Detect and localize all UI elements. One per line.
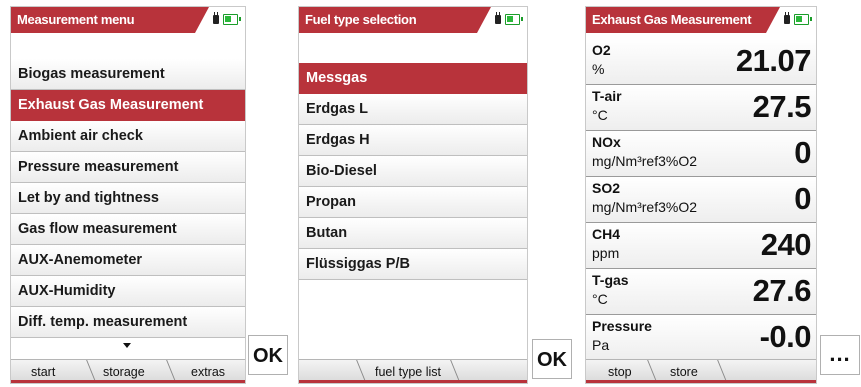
softkey-divider — [647, 360, 658, 383]
measurement-unit: % — [592, 61, 605, 77]
menu-item-gas-flow-measurement[interactable]: Gas flow measurement — [11, 214, 245, 245]
measurement-values-list: O2 % 21.07 T-air °C 27.5 NOx mg/Nm³ref3%… — [586, 39, 816, 361]
measurement-menu-screen: Measurement menu Biogas measurement Exha… — [10, 6, 246, 384]
measurement-name: T-air — [592, 88, 622, 104]
measurement-value: 27.6 — [752, 273, 812, 308]
measurement-value: -0.0 — [759, 319, 812, 354]
screen-title: Measurement menu — [17, 12, 135, 27]
measurement-unit: °C — [592, 107, 608, 123]
measurement-unit: mg/Nm³ref3%O2 — [592, 153, 698, 169]
menu-item-aux-anemometer[interactable]: AUX-Anemometer — [11, 245, 245, 276]
measurement-unit: °C — [592, 291, 608, 307]
status-indicator — [195, 7, 245, 33]
fuel-item-erdgas-l[interactable]: Erdgas L — [299, 94, 527, 125]
measurement-name: T-gas — [592, 272, 629, 288]
measurement-name: NOx — [592, 134, 621, 150]
menu-item-pressure-measurement[interactable]: Pressure measurement — [11, 152, 245, 183]
battery-icon — [223, 14, 241, 25]
measurement-menu-list: Biogas measurement Exhaust Gas Measureme… — [11, 59, 245, 338]
menu-item-biogas-measurement[interactable]: Biogas measurement — [11, 59, 245, 90]
screen-title: Fuel type selection — [305, 12, 417, 27]
fuel-item-erdgas-h[interactable]: Erdgas H — [299, 125, 527, 156]
title-bar: Exhaust Gas Measurement — [586, 7, 816, 33]
softkey-divider — [86, 360, 97, 383]
softkey-divider — [717, 360, 728, 383]
fuel-item-propan[interactable]: Propan — [299, 187, 527, 218]
status-indicator — [766, 7, 816, 33]
measurement-value: 0 — [794, 135, 811, 170]
scroll-down-arrow-icon[interactable] — [123, 343, 131, 348]
storage-softkey[interactable]: storage — [103, 365, 145, 379]
softkey-divider — [166, 360, 177, 383]
title-bar: Measurement menu — [11, 7, 245, 33]
plug-icon — [495, 12, 501, 24]
measurement-row-o2: O2 % 21.07 — [586, 39, 816, 85]
battery-icon — [505, 14, 523, 25]
measurement-row-nox: NOx mg/Nm³ref3%O2 0 — [586, 131, 816, 177]
measurement-value: 21.07 — [735, 43, 812, 78]
status-indicator — [477, 7, 527, 33]
measurement-unit: mg/Nm³ref3%O2 — [592, 199, 698, 215]
menu-item-diff-temp-measurement[interactable]: Diff. temp. measurement — [11, 307, 245, 338]
title-bar: Fuel type selection — [299, 7, 527, 33]
extras-softkey[interactable]: extras — [191, 365, 225, 379]
measurement-row-t-gas: T-gas °C 27.6 — [586, 269, 816, 315]
battery-icon — [794, 14, 812, 25]
menu-item-aux-humidity[interactable]: AUX-Humidity — [11, 276, 245, 307]
more-options-button[interactable]: ... — [820, 335, 860, 375]
measurement-row-so2: SO2 mg/Nm³ref3%O2 0 — [586, 177, 816, 223]
measurement-row-ch4: CH4 ppm 240 — [586, 223, 816, 269]
fuel-item-bio-diesel[interactable]: Bio-Diesel — [299, 156, 527, 187]
measurement-unit: Pa — [592, 337, 610, 353]
store-softkey[interactable]: store — [670, 365, 698, 379]
softkey-divider — [450, 360, 461, 383]
measurement-row-t-air: T-air °C 27.5 — [586, 85, 816, 131]
fuel-type-list: Messgas Erdgas L Erdgas H Bio-Diesel Pro… — [299, 63, 527, 280]
menu-item-ambient-air-check[interactable]: Ambient air check — [11, 121, 245, 152]
menu-item-exhaust-gas-measurement[interactable]: Exhaust Gas Measurement — [11, 90, 245, 121]
softkey-divider — [356, 360, 367, 383]
ok-button[interactable]: OK — [248, 335, 288, 375]
exhaust-gas-measurement-screen: Exhaust Gas Measurement O2 % 21.07 T-air… — [585, 6, 817, 384]
measurement-value: 27.5 — [752, 89, 812, 124]
fuel-type-list-softkey[interactable]: fuel type list — [375, 365, 441, 379]
measurement-unit: ppm — [592, 245, 620, 261]
measurement-name: CH4 — [592, 226, 621, 242]
fuel-item-butan[interactable]: Butan — [299, 218, 527, 249]
softkey-bar: start storage extras — [11, 359, 245, 383]
start-softkey[interactable]: start — [31, 365, 55, 379]
measurement-value: 240 — [760, 227, 812, 262]
softkey-bar: stop store — [586, 359, 816, 383]
measurement-row-pressure: Pressure Pa -0.0 — [586, 315, 816, 361]
screen-title: Exhaust Gas Measurement — [592, 12, 752, 27]
plug-icon — [784, 12, 790, 24]
measurement-name: O2 — [592, 42, 611, 58]
measurement-value: 0 — [794, 181, 811, 216]
plug-icon — [213, 12, 219, 24]
ok-button[interactable]: OK — [532, 339, 572, 379]
fuel-type-selection-screen: Fuel type selection Messgas Erdgas L Erd… — [298, 6, 528, 384]
stop-softkey[interactable]: stop — [608, 365, 632, 379]
menu-item-let-by-and-tightness[interactable]: Let by and tightness — [11, 183, 245, 214]
softkey-bar: fuel type list — [299, 359, 527, 383]
measurement-name: Pressure — [592, 318, 652, 334]
fuel-item-fluessiggas-pb[interactable]: Flüssiggas P/B — [299, 249, 527, 280]
measurement-name: SO2 — [592, 180, 621, 196]
fuel-item-messgas[interactable]: Messgas — [299, 63, 527, 94]
